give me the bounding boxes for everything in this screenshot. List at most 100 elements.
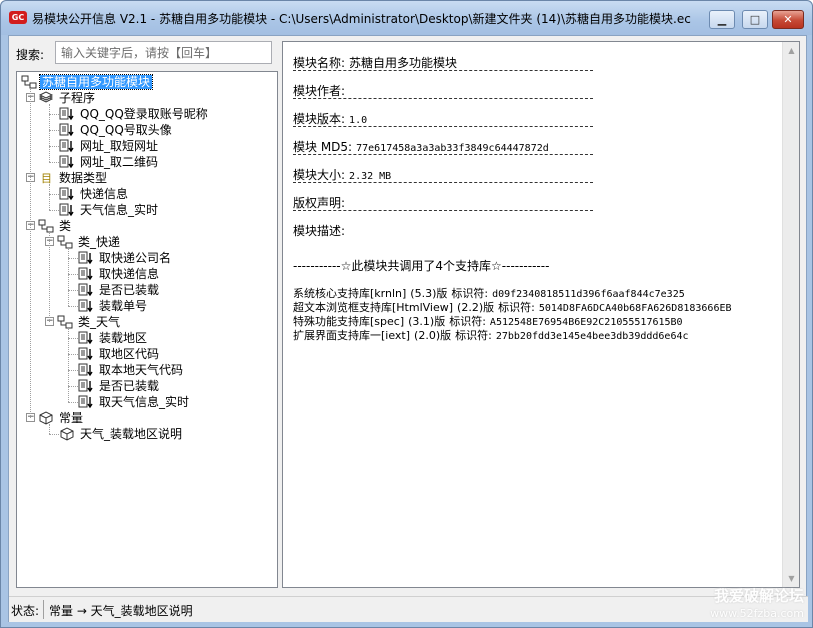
- search-input[interactable]: [55, 41, 272, 64]
- support-lib-item: 系统核心支持库[krnln] (5.3)版 标识符: d09f2340818511d3…: [293, 287, 732, 301]
- support-libs-list: 系统核心支持库[krnln] (5.3)版 标识符: d09f2340818511d3…: [293, 287, 732, 343]
- class-icon: [57, 235, 73, 249]
- support-libs-title: -----------☆此模块共调用了4个支持库☆-----------: [293, 259, 550, 273]
- method-icon: [78, 251, 94, 265]
- title-bar[interactable]: GC 易模块公开信息 V2.1 - 苏糖自用多功能模块 - C:\Users\A…: [1, 1, 812, 35]
- support-lib-item: 超文本浏览框支持库[HtmlView] (2.2)版 标识符: 5014D8FA6DC…: [293, 301, 732, 315]
- client-area: 搜索: 苏糖自用多功能模块−子程序QQ_QQ登录取账号昵称QQ_QQ号取头像网址…: [8, 35, 808, 622]
- close-button[interactable]: ✕: [772, 10, 804, 29]
- tree-node-label: 取本地天气代码: [99, 363, 184, 377]
- tree-connector: [68, 274, 80, 275]
- scroll-down-arrow-icon[interactable]: ▼: [783, 570, 799, 587]
- support-lib-item: 特殊功能支持库[spec] (3.1)版 标识符: A512548E76954B6E9…: [293, 315, 732, 329]
- tree-node[interactable]: 取本地天气代码: [78, 362, 185, 378]
- info-field-key: 模块描述:: [293, 224, 346, 238]
- tree-node[interactable]: 装载地区: [78, 330, 149, 346]
- tree-node[interactable]: 取地区代码: [78, 346, 161, 362]
- svg-text:目: 目: [41, 172, 52, 185]
- support-lib-id-label: 标识符:: [455, 329, 492, 342]
- method-icon: [59, 155, 75, 169]
- tree-node[interactable]: 是否已装载: [78, 378, 161, 394]
- scroll-up-arrow-icon[interactable]: ▲: [783, 42, 799, 59]
- support-lib-id: 5014D8FA6DCA40b68FA626D8183666EB: [538, 303, 732, 314]
- tree-node[interactable]: 网址_取二维码: [59, 154, 160, 170]
- info-field-value: 苏糖自用多功能模块: [349, 56, 458, 70]
- support-lib-name: 系统核心支持库[krnln]: [293, 287, 407, 300]
- support-lib-version: (2.0)版: [414, 329, 452, 342]
- watermark: 我爱破解论坛 www.52fzba.com: [710, 587, 804, 623]
- method-icon: [59, 123, 75, 137]
- tree-node[interactable]: 取快递信息: [78, 266, 161, 282]
- support-lib-id-label: 标识符:: [451, 287, 489, 300]
- tree-node-label: 子程序: [59, 91, 96, 105]
- tree-node[interactable]: 网址_取短网址: [59, 138, 160, 154]
- tree-connector: [49, 434, 61, 435]
- support-lib-version: (2.2)版: [457, 301, 495, 314]
- support-lib-name: 特殊功能支持库[spec]: [293, 315, 405, 328]
- info-field-value: 1.0: [349, 115, 368, 126]
- class-icon: [57, 315, 73, 329]
- tree-node[interactable]: 取天气信息_实时: [78, 394, 191, 410]
- method-icon: [78, 363, 94, 377]
- tree-node-label: 网址_取短网址: [80, 139, 159, 153]
- method-icon: [59, 139, 75, 153]
- tree-node-label: 网址_取二维码: [80, 155, 159, 169]
- tree-node[interactable]: − 类_天气: [45, 314, 122, 330]
- info-field: 模块版本: 1.0: [293, 110, 779, 138]
- constant-icon: [59, 426, 75, 441]
- tree-root-node[interactable]: 苏糖自用多功能模块: [21, 74, 154, 90]
- info-vertical-scrollbar[interactable]: ▲ ▼: [782, 42, 799, 587]
- info-field-key: 模块名称:: [293, 56, 346, 70]
- tree-node[interactable]: − 类_快递: [45, 234, 122, 250]
- tree-node-label: 装载单号: [99, 299, 148, 313]
- tree-connector: [68, 290, 80, 291]
- tree-node[interactable]: − 目数据类型: [26, 170, 109, 186]
- module-info-panel[interactable]: 模块名称: 苏糖自用多功能模块 模块作者: 模块版本: 1.0 模块 MD5: 77e617…: [282, 41, 800, 588]
- info-field: 模块名称: 苏糖自用多功能模块: [293, 54, 779, 82]
- tree-connector: [49, 114, 61, 115]
- tree-node[interactable]: QQ_QQ号取头像: [59, 122, 174, 138]
- info-field: 版权声明:: [293, 194, 779, 222]
- info-field: 模块大小: 2.32 MB: [293, 166, 779, 194]
- info-field-key: 模块作者:: [293, 84, 346, 98]
- dashed-separator: [293, 210, 593, 211]
- subprogram-icon: [38, 90, 54, 105]
- minimize-button[interactable]: ▁: [709, 10, 735, 29]
- method-icon: [59, 203, 75, 217]
- tree-node[interactable]: 装载单号: [78, 298, 149, 314]
- tree-node[interactable]: 天气_装载地区说明: [59, 426, 184, 442]
- constant-icon: [38, 410, 54, 425]
- tree-node-label: 取天气信息_实时: [99, 395, 190, 409]
- tree-node[interactable]: 取快递公司名: [78, 250, 173, 266]
- tree-node-label: 是否已装载: [99, 379, 160, 393]
- maximize-button[interactable]: □: [742, 10, 768, 29]
- support-lib-item: 扩展界面支持库一[iext] (2.0)版 标识符: 27bb20fdd3e145e4…: [293, 329, 732, 343]
- tree-connector: [68, 328, 69, 402]
- method-icon: [78, 267, 94, 281]
- info-field-value: 2.32 MB: [349, 171, 392, 182]
- support-lib-id-label: 标识符:: [449, 315, 486, 328]
- method-icon: [59, 107, 75, 121]
- tree-node[interactable]: − 子程序: [26, 90, 97, 106]
- info-field-key: 模块版本:: [293, 112, 346, 126]
- tree-node[interactable]: − 常量: [26, 410, 85, 426]
- datatype-icon: 目: [38, 171, 54, 185]
- method-icon: [78, 395, 94, 409]
- tree-node[interactable]: 天气信息_实时: [59, 202, 160, 218]
- tree-connector: [68, 258, 80, 259]
- tree-node-label: 天气_装载地区说明: [80, 427, 183, 441]
- tree-node[interactable]: 是否已装载: [78, 282, 161, 298]
- module-tree[interactable]: 苏糖自用多功能模块 − 子程序 QQ_QQ登录取账号昵称 QQ_QQ号取头像 网址_取短网…: [16, 71, 278, 588]
- info-fields: 模块名称: 苏糖自用多功能模块 模块作者: 模块版本: 1.0 模块 MD5: 77e617…: [293, 54, 779, 250]
- tree-node-label: 取快递公司名: [99, 251, 172, 265]
- dashed-separator: [293, 154, 593, 155]
- tree-connector: [49, 424, 50, 434]
- tree-node[interactable]: 快递信息: [59, 186, 130, 202]
- root-icon: [21, 75, 37, 89]
- tree-node-label: 数据类型: [59, 171, 108, 185]
- tree-node[interactable]: QQ_QQ登录取账号昵称: [59, 106, 210, 122]
- tree-node-label: QQ_QQ登录取账号昵称: [80, 107, 208, 121]
- tree-connector: [49, 232, 50, 322]
- tree-node-label: 取快递信息: [99, 267, 160, 281]
- watermark-title: 我爱破解论坛: [713, 587, 804, 605]
